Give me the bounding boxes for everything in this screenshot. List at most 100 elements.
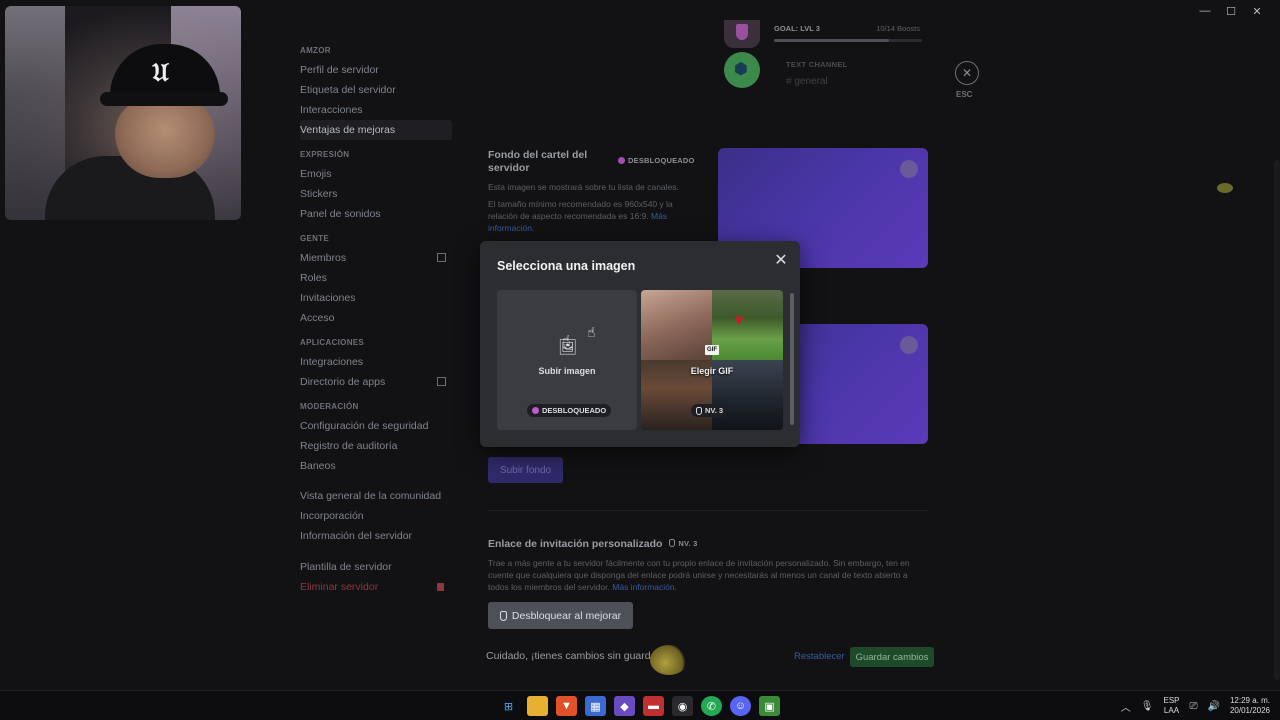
- sidebar-item-label: Directorio de apps: [300, 376, 386, 388]
- emoji-sticker-decoration: [650, 645, 688, 675]
- network-icon[interactable]: ⎚: [1190, 701, 1198, 712]
- brave-browser-icon[interactable]: ▼: [556, 696, 577, 716]
- windows-start-icon[interactable]: ⊞: [498, 696, 519, 716]
- sidebar-item-roles[interactable]: Roles: [300, 268, 452, 288]
- chevron-up-icon[interactable]: ︿: [1121, 699, 1131, 714]
- unlock-boost-button[interactable]: Desbloquear al mejorar: [488, 602, 633, 629]
- camera-icon: [900, 160, 918, 178]
- sidebar-item-safety-setup[interactable]: Configuración de seguridad: [300, 416, 452, 436]
- obs-icon[interactable]: ◉: [672, 696, 693, 716]
- sidebar-item-label: Eliminar servidor: [300, 581, 379, 593]
- modal-scrollbar-thumb[interactable]: [790, 293, 794, 425]
- game-controller-icon[interactable]: ◆: [614, 696, 635, 716]
- sidebar-item-delete-server[interactable]: Eliminar servidor: [300, 577, 452, 597]
- sidebar-item-emojis[interactable]: Emojis: [300, 164, 452, 184]
- hand-cursor-icon: ☝: [562, 332, 571, 348]
- file-explorer-icon[interactable]: [527, 696, 548, 716]
- sidebar-item-app-directory[interactable]: Directorio de apps: [300, 372, 452, 392]
- level-badge: NV. 3: [669, 539, 697, 548]
- taskbar: ⊞ ▼ ▦ ◆ ▬ ◉ ✆ ☺ ▣ ︿ 🎙 ESP LAA ⎚ 🔊 12:29 a…: [0, 690, 1280, 720]
- more-info-link[interactable]: Más información.: [612, 582, 677, 592]
- taskbar-apps: ⊞ ▼ ▦ ◆ ▬ ◉ ✆ ☺ ▣: [498, 696, 780, 716]
- badge-label: DESBLOQUEADO: [628, 156, 695, 165]
- sidebar-item-server-tag[interactable]: Etiqueta del servidor: [300, 80, 452, 100]
- sidebar-item-server-template[interactable]: Plantilla de servidor: [300, 557, 452, 577]
- clock-date: 20/01/2026: [1229, 706, 1270, 715]
- boost-icon: [696, 406, 702, 415]
- unlocked-badge: DESBLOQUEADO: [527, 404, 612, 417]
- gif-thumbnail: [641, 290, 712, 360]
- choose-gif-label: Elegir GIF: [690, 366, 734, 376]
- discord-icon[interactable]: ☺: [730, 696, 751, 716]
- banner-desc-1: Esta imagen se mostrará sobre tu lista d…: [488, 182, 679, 192]
- upload-image-option[interactable]: 🖼 Subir imagen DESBLOQUEADO: [497, 290, 637, 430]
- sidebar-header-expression: EXPRESIÓN: [300, 150, 350, 159]
- sidebar-item-community-overview[interactable]: Vista general de la comunidad: [300, 486, 452, 506]
- goal-progress: GOAL: LVL 3 10/14 Boosts: [774, 24, 924, 42]
- sidebar-item-server-profile[interactable]: Perfil de servidor: [300, 60, 452, 80]
- badge-label: NV. 3: [678, 538, 698, 548]
- clock[interactable]: 12:29 a. m. 20/01/2026: [1230, 696, 1270, 716]
- text-channel-label: TEXT CHANNEL: [786, 60, 848, 69]
- language-indicator[interactable]: ESP LAA: [1163, 696, 1179, 716]
- close-settings-button[interactable]: ✕: [955, 61, 979, 85]
- volume-icon[interactable]: 🔊: [1208, 701, 1220, 712]
- select-image-modal: Selecciona una imagen ✕ 🖼 Subir imagen D…: [480, 241, 800, 447]
- boost-gem-icon: [618, 157, 625, 164]
- save-changes-button[interactable]: Guardar cambios: [850, 647, 934, 667]
- banner-unlocked-badge: DESBLOQUEADO: [618, 156, 695, 165]
- reset-button[interactable]: Restablecer: [794, 651, 845, 662]
- server-icon: [724, 52, 760, 88]
- sidebar-item-bans[interactable]: Baneos: [300, 456, 452, 476]
- unlock-button-label: Desbloquear al mejorar: [511, 609, 622, 622]
- gif-thumbnail: [712, 290, 783, 360]
- small-decoration: [1217, 183, 1233, 193]
- sidebar-item-interactions[interactable]: Interacciones: [300, 100, 452, 120]
- whatsapp-icon[interactable]: ✆: [701, 696, 722, 716]
- unsaved-warning: Cuidado, ¡tienes cambios sin guardar!: [486, 650, 663, 662]
- choose-gif-option[interactable]: GIF Elegir GIF NV. 3: [641, 290, 783, 430]
- unsaved-changes-bar: Cuidado, ¡tienes cambios sin guardar! Re…: [486, 647, 936, 667]
- clock-time: 12:29 a. m.: [1229, 696, 1270, 705]
- sidebar-item-access[interactable]: Acceso: [300, 308, 452, 328]
- sidebar-item-onboarding[interactable]: Incorporación: [300, 506, 452, 526]
- banner-desc-2-text: El tamaño mínimo recomendado es 960x540 …: [488, 199, 673, 221]
- goal-count: 10/14 Boosts: [876, 24, 920, 33]
- sidebar-item-integrations[interactable]: Integraciones: [300, 352, 452, 372]
- modal-scrollbar[interactable]: [790, 293, 794, 425]
- webcam-person-face: [115, 98, 215, 178]
- sidebar-item-members[interactable]: Miembros: [300, 248, 452, 268]
- maximize-button[interactable]: ☐: [1218, 4, 1244, 18]
- sidebar-header-people: GENTE: [300, 234, 330, 243]
- minecraft-icon[interactable]: ▣: [759, 696, 780, 716]
- sidebar-item-boost-perks[interactable]: Ventajas de mejoras: [300, 120, 452, 140]
- close-window-button[interactable]: ✕: [1244, 4, 1270, 18]
- page-scrollbar[interactable]: [1274, 160, 1280, 680]
- modal-title: Selecciona una imagen: [497, 259, 636, 273]
- window-controls: — ☐ ✕: [1192, 4, 1270, 18]
- esc-label: ESC: [956, 90, 973, 99]
- sidebar-item-stickers[interactable]: Stickers: [300, 184, 452, 204]
- banner-section-title: Fondo del cartel del servidor: [488, 149, 588, 174]
- microphone-icon[interactable]: 🎙: [1141, 701, 1154, 712]
- sidebar-item-server-insights[interactable]: Información del servidor: [300, 526, 452, 546]
- video-editor-icon[interactable]: ▬: [643, 696, 664, 716]
- level-badge: NV. 3: [691, 404, 729, 417]
- microsoft-store-icon[interactable]: ▦: [585, 696, 606, 716]
- invite-desc-text: Trae a más gente a tu servidor fácilment…: [488, 558, 910, 592]
- minimize-button[interactable]: —: [1192, 4, 1218, 18]
- gif-icon: GIF: [705, 345, 719, 355]
- sidebar-item-audit-log[interactable]: Registro de auditoría: [300, 436, 452, 456]
- sidebar-item-soundboard[interactable]: Panel de sonidos: [300, 204, 452, 224]
- upload-background-button[interactable]: Subir fondo: [488, 457, 563, 483]
- boost-icon: [499, 610, 507, 621]
- sidebar-header-moderation: MODERACIÓN: [300, 402, 359, 411]
- invite-section-title: Enlace de invitación personalizado NV. 3: [488, 538, 697, 550]
- settings-sidebar: AMZOR Perfil de servidor Etiqueta del se…: [300, 36, 460, 597]
- close-icon[interactable]: ✕: [773, 253, 789, 269]
- goal-progress-fill: [774, 39, 890, 42]
- webcam-overlay: 𝔘: [5, 6, 241, 220]
- section-divider: [488, 510, 928, 511]
- sidebar-item-invites[interactable]: Invitaciones: [300, 288, 452, 308]
